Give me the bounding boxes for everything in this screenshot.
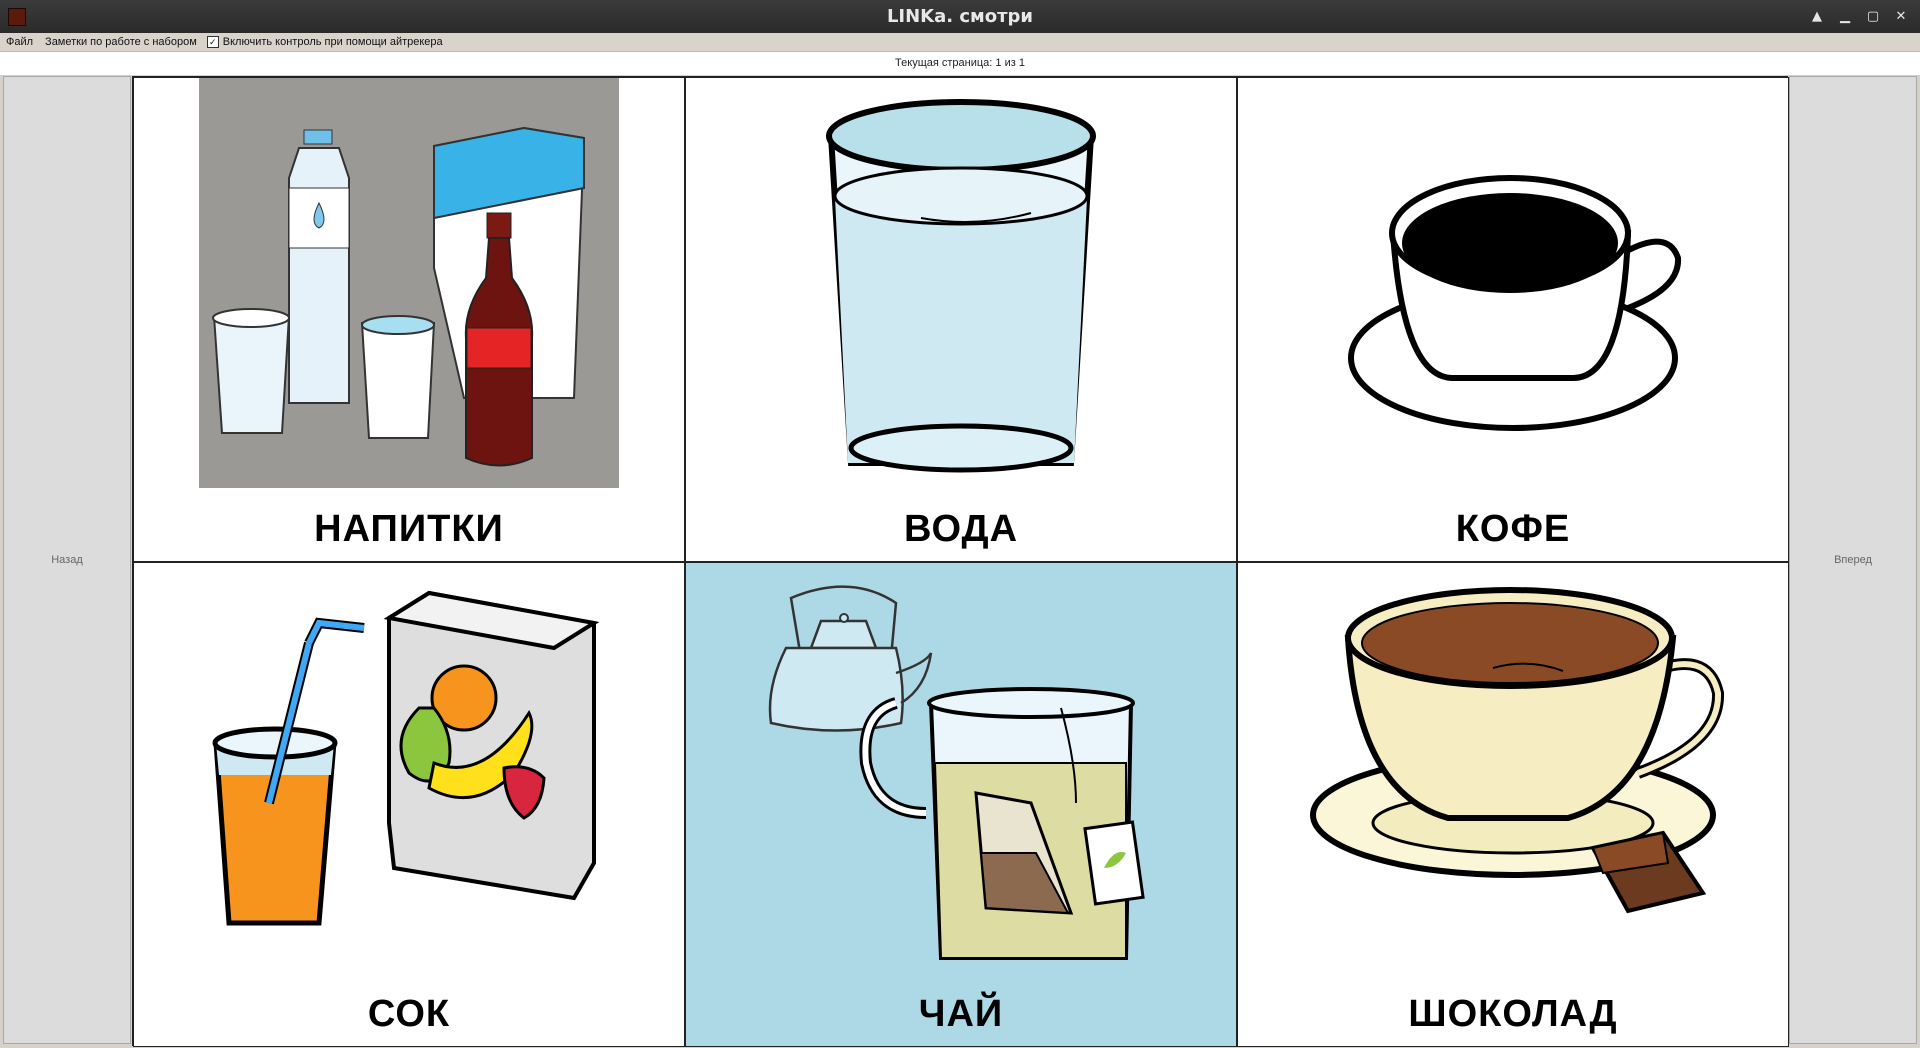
hot-chocolate-picture <box>1310 587 1725 914</box>
card-grid: НАПИТКИ ВОДА КОФЕ СОК ЧАЙ ШОКОЛАД <box>132 76 1789 1047</box>
close-icon[interactable]: ✕ <box>1890 5 1912 27</box>
water-glass-picture <box>826 99 1096 473</box>
eyetracker-toggle[interactable]: ✓ Включить контроль при помощи айтрекера <box>203 36 447 48</box>
back-button[interactable]: Назад <box>3 76 131 1044</box>
juice-picture <box>212 590 600 926</box>
card-label: КОФЕ <box>1455 508 1571 550</box>
window-titlebar: LINKa. смотри ▲ ▁ ▢ ✕ <box>0 0 1920 33</box>
card-chocolate[interactable]: ШОКОЛАД <box>1237 562 1789 1047</box>
card-tea[interactable]: ЧАЙ <box>685 562 1237 1047</box>
menu-bar: Файл Заметки по работе с набором ✓ Включ… <box>0 33 1920 52</box>
coffee-cup-picture <box>1348 175 1682 431</box>
card-juice[interactable]: СОК <box>133 562 685 1047</box>
forward-button[interactable]: Вперед <box>1789 76 1917 1044</box>
window-title: LINKa. смотри <box>886 6 1034 27</box>
keep-above-icon[interactable]: ▲ <box>1806 5 1828 27</box>
drinks-picture <box>199 78 619 488</box>
eyetracker-checkbox[interactable]: ✓ <box>206 36 219 48</box>
card-label: СОК <box>367 993 451 1035</box>
card-label: ШОКОЛАД <box>1408 993 1618 1035</box>
maximize-icon[interactable]: ▢ <box>1862 5 1884 27</box>
card-label: ВОДА <box>903 508 1019 550</box>
card-label: НАПИТКИ <box>314 508 504 550</box>
menu-file[interactable]: Файл <box>0 36 39 48</box>
eyetracker-label: Включить контроль при помощи айтрекера <box>222 36 443 48</box>
menu-notes[interactable]: Заметки по работе с набором <box>39 36 203 48</box>
tea-picture <box>768 585 1145 960</box>
card-water[interactable]: ВОДА <box>685 77 1237 562</box>
minimize-icon[interactable]: ▁ <box>1834 5 1856 27</box>
page-indicator: Текущая страница: 1 из 1 <box>0 52 1920 75</box>
card-coffee[interactable]: КОФЕ <box>1237 77 1789 562</box>
card-drinks[interactable]: НАПИТКИ <box>133 77 685 562</box>
card-label: ЧАЙ <box>918 993 1004 1035</box>
window-controls: ▲ ▁ ▢ ✕ <box>1806 5 1912 27</box>
